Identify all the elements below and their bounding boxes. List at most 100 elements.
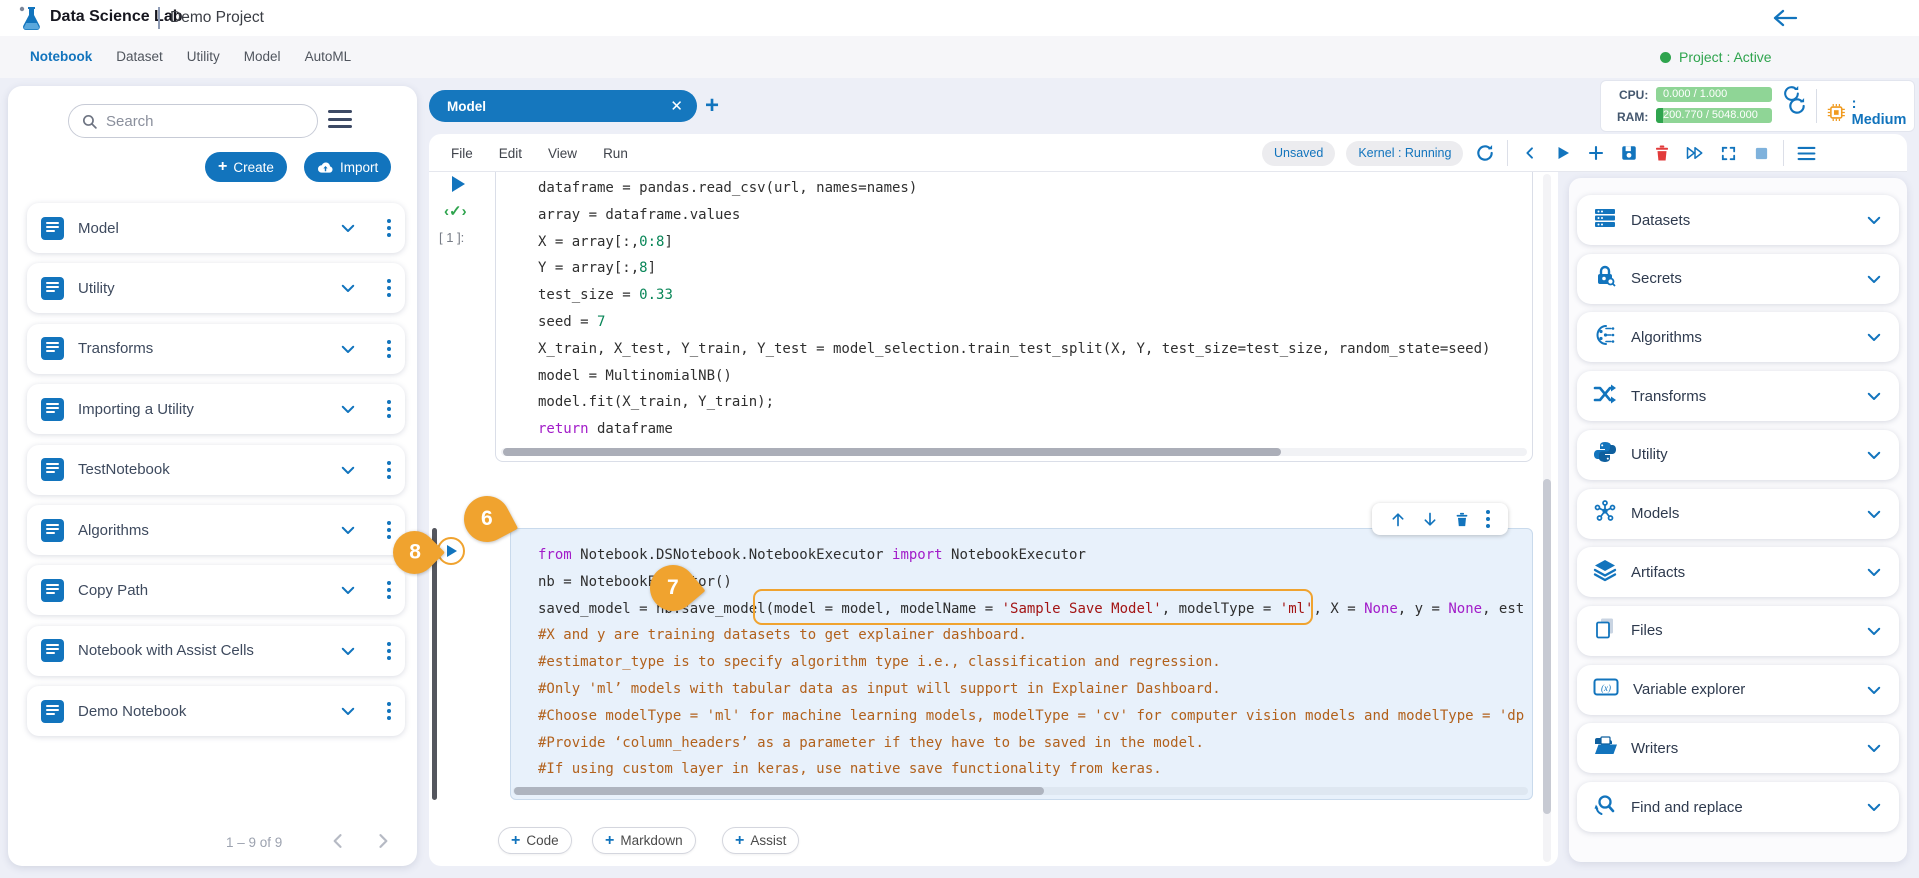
chevron-down-icon[interactable] [339,702,357,720]
tools-panel-item-find-and-replace[interactable]: Find and replace [1577,782,1899,832]
chevron-down-icon[interactable] [1865,505,1883,523]
chevron-down-icon[interactable] [1865,563,1883,581]
create-button[interactable]: + Create [205,152,287,182]
cell1-code: dataframe = pandas.read_csv(url, names=n… [538,175,1524,443]
toolbar-menu-icon[interactable] [1795,142,1817,164]
fullscreen-icon[interactable] [1717,142,1739,164]
chevron-down-icon[interactable] [339,581,357,599]
menu-run[interactable]: Run [603,146,628,161]
sidebar-item-testnotebook[interactable]: TestNotebook [27,445,405,495]
chevron-down-icon[interactable] [339,279,357,297]
chevron-down-icon[interactable] [1865,387,1883,405]
code-line: #Only 'ml’ models with tabular data as i… [538,676,1532,703]
nav-tab-notebook[interactable]: Notebook [30,49,92,64]
code-line: dataframe = pandas.read_csv(url, names=n… [538,175,1524,202]
tools-panel-item-models[interactable]: Models [1577,489,1899,539]
tools-panel-item-variable-explorer[interactable]: (x) Variable explorer [1577,665,1899,715]
list-options-icon[interactable] [328,110,352,128]
add-cell-button-label: Code [526,833,558,848]
chevron-down-icon[interactable] [1865,681,1883,699]
item-options-icon[interactable] [387,521,391,539]
status-dot-icon [1660,52,1671,63]
ram-label: RAM: [1617,110,1648,124]
tools-panel-item-utility[interactable]: Utility [1577,430,1899,480]
page-next-icon[interactable] [373,831,393,851]
kernel-refresh-icon[interactable] [1474,142,1496,164]
chevron-down-icon[interactable] [1865,446,1883,464]
tools-panel-item-writers[interactable]: Writers [1577,723,1899,773]
collapse-left-icon[interactable] [1519,142,1541,164]
chevron-down-icon[interactable] [339,642,357,660]
add-assist-cell-button[interactable]: + Assist [722,827,799,854]
nav-tab-utility[interactable]: Utility [187,49,220,64]
tools-panel-item-label: Utility [1631,446,1851,463]
item-options-icon[interactable] [387,461,391,479]
cell1-run-icon[interactable] [452,176,465,192]
run-all-icon[interactable] [1684,142,1706,164]
close-tab-icon[interactable]: ✕ [670,97,683,115]
chevron-down-icon[interactable] [1865,622,1883,640]
nav-tab-automl[interactable]: AutoML [305,49,352,64]
menu-view[interactable]: View [548,146,577,161]
sidebar-item-importing-a-utility[interactable]: Importing a Utility [27,384,405,434]
menu-edit[interactable]: Edit [499,146,522,161]
sidebar-item-utility[interactable]: Utility [27,263,405,313]
cell-options-icon[interactable] [1486,510,1490,528]
menu-file[interactable]: File [451,146,473,161]
chevron-down-icon[interactable] [339,521,357,539]
cell2-hscroll-thumb[interactable] [514,787,1044,795]
tools-panel-item-algorithms[interactable]: Algorithms [1577,312,1899,362]
back-arrow-icon[interactable] [1772,7,1798,29]
move-cell-down-icon[interactable] [1422,511,1438,528]
item-options-icon[interactable] [387,279,391,297]
add-cell-icon[interactable] [1585,142,1607,164]
sidebar-item-notebook-with-assist-cells[interactable]: Notebook with Assist Cells [27,626,405,676]
chevron-down-icon[interactable] [1865,270,1883,288]
search-box[interactable] [68,104,318,138]
run-cell-icon[interactable] [1552,142,1574,164]
chevron-down-icon[interactable] [339,340,357,358]
delete-cell-icon[interactable] [1454,511,1470,528]
stop-kernel-icon[interactable] [1750,142,1772,164]
sidebar-item-model[interactable]: Model [27,203,405,253]
page-prev-icon[interactable] [328,831,348,851]
tools-panel-item-datasets[interactable]: Datasets [1577,195,1899,245]
instance-size: : Medium [1827,96,1914,128]
item-options-icon[interactable] [387,400,391,418]
item-options-icon[interactable] [387,340,391,358]
sidebar-item-copy-path[interactable]: Copy Path [27,565,405,615]
chevron-down-icon[interactable] [339,219,357,237]
chevron-down-icon[interactable] [339,461,357,479]
add-markdown-cell-button[interactable]: + Markdown [592,827,696,854]
item-options-icon[interactable] [387,702,391,720]
add-code-cell-button[interactable]: + Code [498,827,572,854]
item-options-icon[interactable] [387,642,391,660]
sidebar-item-demo-notebook[interactable]: Demo Notebook [27,686,405,736]
import-button[interactable]: Import [304,152,391,182]
notebook-vscroll-thumb[interactable] [1543,479,1551,814]
sidebar-item-transforms[interactable]: Transforms [27,324,405,374]
tools-panel-item-secrets[interactable]: Secrets [1577,254,1899,304]
save-notebook-icon[interactable] [1618,142,1640,164]
chevron-down-icon[interactable] [1865,798,1883,816]
tools-panel-item-transforms[interactable]: Transforms [1577,371,1899,421]
code-cell-1[interactable]: dataframe = pandas.read_csv(url, names=n… [495,172,1533,462]
project-refresh-icon[interactable] [1782,84,1801,103]
open-document-tab[interactable]: Model ✕ [429,90,697,122]
chevron-down-icon[interactable] [1865,739,1883,757]
item-options-icon[interactable] [387,581,391,599]
nav-tab-model[interactable]: Model [244,49,281,64]
delete-cell-icon[interactable] [1651,142,1673,164]
move-cell-up-icon[interactable] [1390,511,1406,528]
nav-tab-dataset[interactable]: Dataset [116,49,163,64]
new-tab-button[interactable]: + [705,92,719,120]
chevron-down-icon[interactable] [1865,211,1883,229]
sidebar-item-algorithms[interactable]: Algorithms [27,505,405,555]
item-options-icon[interactable] [387,219,391,237]
cell1-hscroll-thumb[interactable] [503,448,1281,456]
tools-panel-item-files[interactable]: Files [1577,606,1899,656]
chevron-down-icon[interactable] [339,400,357,418]
tools-panel-item-artifacts[interactable]: Artifacts [1577,547,1899,597]
search-input[interactable] [106,113,286,130]
chevron-down-icon[interactable] [1865,328,1883,346]
